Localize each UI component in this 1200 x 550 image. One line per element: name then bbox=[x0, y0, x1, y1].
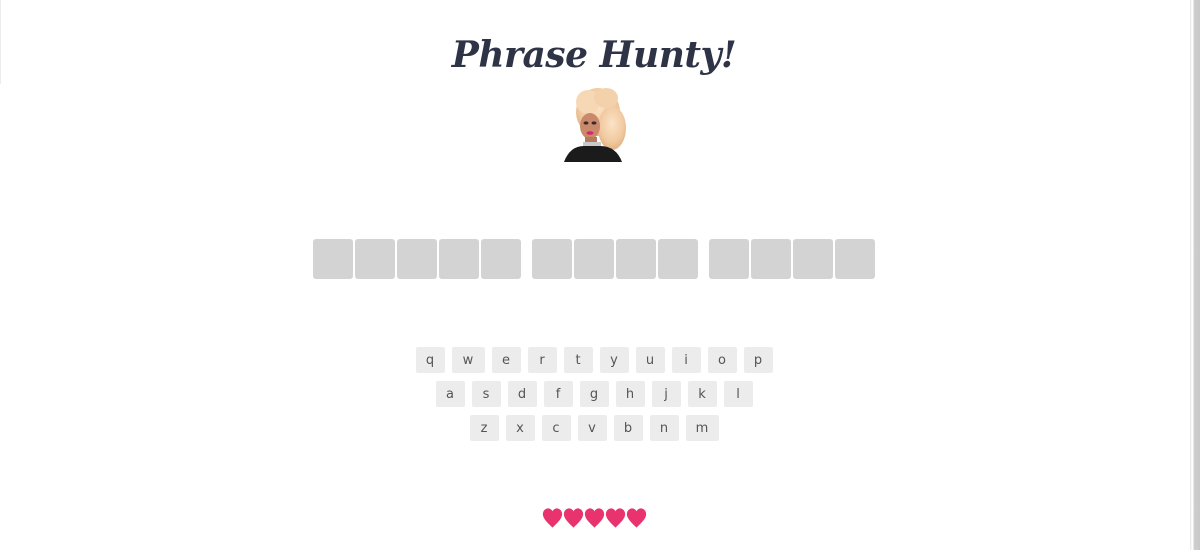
heart-icon bbox=[584, 508, 604, 528]
key-h[interactable]: h bbox=[615, 381, 645, 407]
phrase-word bbox=[532, 239, 698, 279]
letter-tile bbox=[616, 239, 656, 279]
key-m[interactable]: m bbox=[685, 415, 719, 441]
key-o[interactable]: o bbox=[707, 347, 737, 373]
letter-tile bbox=[439, 239, 479, 279]
phrase-board bbox=[0, 239, 1188, 279]
letter-tile bbox=[658, 239, 698, 279]
key-j[interactable]: j bbox=[651, 381, 681, 407]
key-u[interactable]: u bbox=[635, 347, 665, 373]
key-r[interactable]: r bbox=[527, 347, 557, 373]
heart-icon bbox=[563, 508, 583, 528]
heart-icon bbox=[542, 508, 562, 528]
key-i[interactable]: i bbox=[671, 347, 701, 373]
on-screen-keyboard: qwertyuiop asdfghjkl zxcvbnm bbox=[0, 347, 1188, 449]
key-f[interactable]: f bbox=[543, 381, 573, 407]
key-b[interactable]: b bbox=[613, 415, 643, 441]
key-k[interactable]: k bbox=[687, 381, 717, 407]
letter-tile bbox=[751, 239, 791, 279]
phrase-word bbox=[709, 239, 875, 279]
key-d[interactable]: d bbox=[507, 381, 537, 407]
key-n[interactable]: n bbox=[649, 415, 679, 441]
letter-tile bbox=[835, 239, 875, 279]
key-a[interactable]: a bbox=[435, 381, 465, 407]
game-page: Phrase Hunty! q w e r t y u i o p a s d … bbox=[0, 0, 1200, 550]
key-v[interactable]: v bbox=[577, 415, 607, 441]
host-avatar bbox=[560, 84, 632, 162]
letter-tile bbox=[481, 239, 521, 279]
keyboard-row: qwertyuiop bbox=[0, 347, 1188, 373]
letter-tile bbox=[355, 239, 395, 279]
vertical-scrollbar[interactable] bbox=[1190, 0, 1200, 550]
key-p[interactable]: p bbox=[743, 347, 773, 373]
key-e[interactable]: e bbox=[491, 347, 521, 373]
letter-tile bbox=[397, 239, 437, 279]
drag-queen-portrait-icon bbox=[564, 88, 626, 162]
lives-display bbox=[0, 506, 1188, 530]
keyboard-row: zxcvbnm bbox=[0, 415, 1188, 441]
key-s[interactable]: s bbox=[471, 381, 501, 407]
game-title: Phrase Hunty! bbox=[451, 34, 737, 76]
letter-tile bbox=[709, 239, 749, 279]
key-g[interactable]: g bbox=[579, 381, 609, 407]
letter-tile bbox=[532, 239, 572, 279]
key-q[interactable]: q bbox=[415, 347, 445, 373]
letter-tile bbox=[574, 239, 614, 279]
key-w[interactable]: w bbox=[451, 347, 485, 373]
key-c[interactable]: c bbox=[541, 415, 571, 441]
phrase-word bbox=[313, 239, 521, 279]
key-x[interactable]: x bbox=[505, 415, 535, 441]
heart-icon bbox=[605, 508, 625, 528]
key-l[interactable]: l bbox=[723, 381, 753, 407]
key-t[interactable]: t bbox=[563, 347, 593, 373]
key-y[interactable]: y bbox=[599, 347, 629, 373]
key-z[interactable]: z bbox=[469, 415, 499, 441]
heart-icon bbox=[626, 508, 646, 528]
letter-tile bbox=[793, 239, 833, 279]
keyboard-row: asdfghjkl bbox=[0, 381, 1188, 407]
letter-tile bbox=[313, 239, 353, 279]
